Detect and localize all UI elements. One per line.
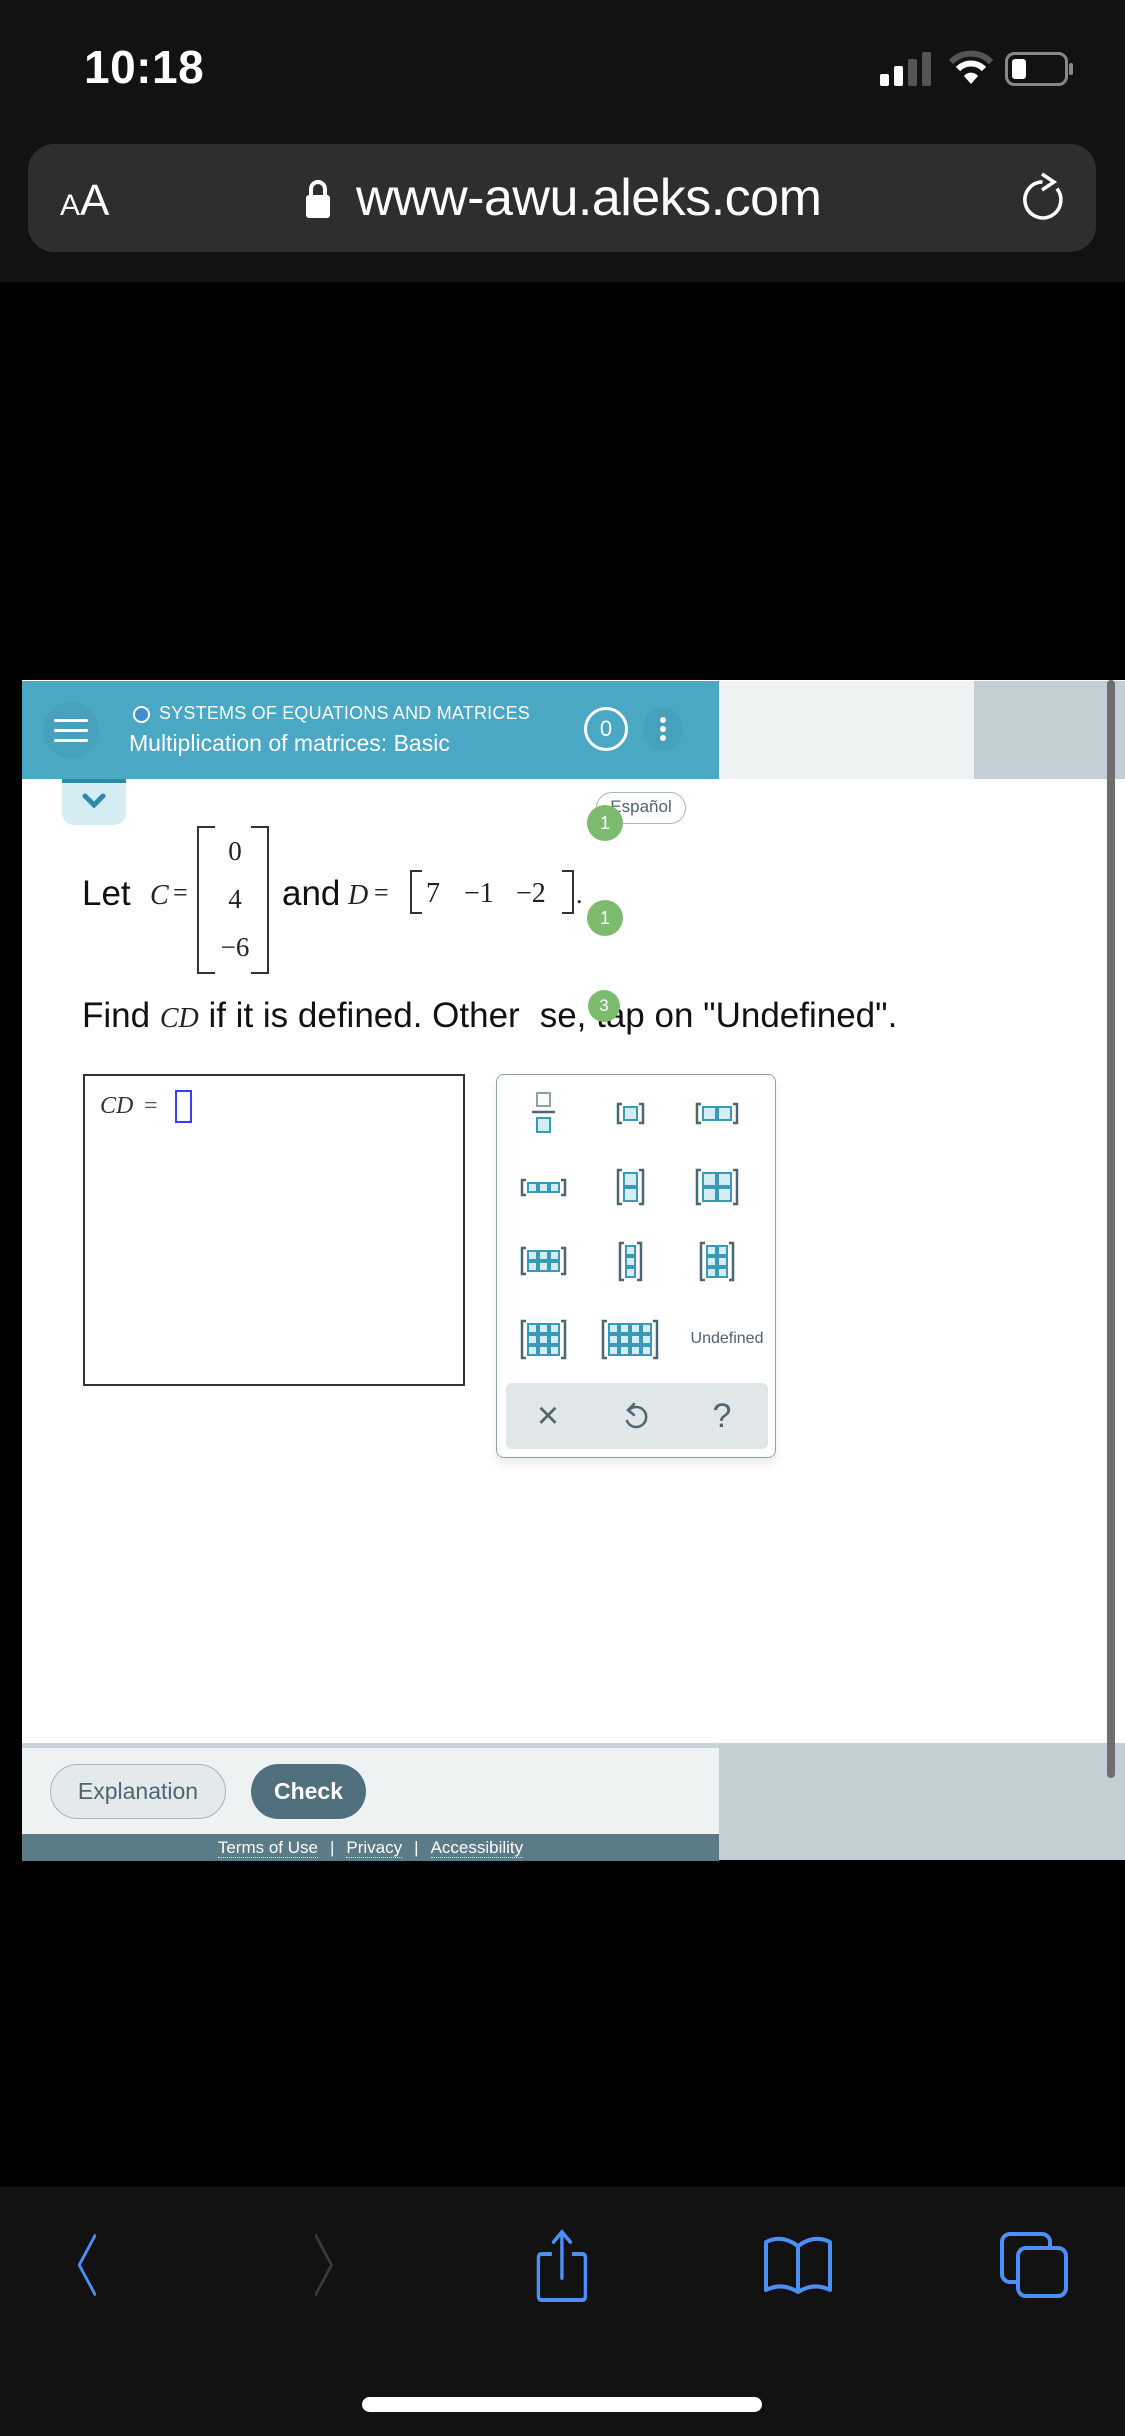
matrix-1x2-button[interactable] — [674, 1082, 760, 1144]
matrix-c-entry: 4 — [228, 884, 242, 914]
matrix-3x1-button[interactable] — [587, 1230, 673, 1292]
home-indicator[interactable] — [362, 2397, 762, 2412]
equals-sign: = — [173, 878, 188, 907]
matrix-3x4-icon — [601, 1319, 659, 1359]
matrix-2x2-button[interactable] — [674, 1156, 760, 1218]
text-size-button[interactable]: AA — [60, 176, 109, 226]
battery-icon — [1005, 52, 1073, 86]
hamburger-line — [54, 729, 88, 732]
back-icon[interactable] — [66, 2232, 110, 2298]
matrix-2x1-icon — [616, 1168, 644, 1206]
problem-let-text: Let — [82, 874, 131, 913]
separator: | — [329, 1838, 335, 1857]
fraction-icon — [532, 1092, 555, 1133]
undefined-button[interactable]: Undefined — [684, 1308, 770, 1370]
matrix-c-label: C — [150, 880, 169, 911]
close-icon: × — [536, 1394, 560, 1437]
check-button[interactable]: Check — [251, 1764, 366, 1819]
lock-icon — [306, 180, 330, 218]
terms-of-use-link[interactable]: Terms of Use — [217, 1838, 318, 1858]
matrix-2x3-icon — [520, 1246, 566, 1276]
matrix-3x1-icon — [618, 1241, 642, 1281]
undefined-label: Undefined — [690, 1330, 764, 1347]
problem-and-text: and — [282, 874, 341, 913]
hamburger-icon — [54, 719, 88, 722]
undo-button[interactable] — [605, 1393, 665, 1439]
header-spacer — [719, 681, 974, 779]
matrix-d-right-bracket — [562, 870, 574, 914]
bookmarks-icon[interactable] — [762, 2232, 834, 2296]
matrix-3x3-icon — [520, 1319, 566, 1359]
topic-title: SYSTEMS OF EQUATIONS AND MATRICES — [159, 703, 530, 723]
more-dot — [660, 726, 666, 732]
matrix-3x3-button[interactable] — [500, 1308, 586, 1370]
answer-label: CD — [100, 1093, 134, 1119]
tabs-icon[interactable] — [998, 2230, 1070, 2300]
answer-input[interactable] — [175, 1090, 192, 1123]
chevron-down-icon — [82, 793, 106, 809]
undo-icon — [625, 1402, 648, 1429]
answer-equals: = — [144, 1093, 158, 1119]
url-text[interactable]: www-awu.aleks.com — [356, 168, 822, 228]
matrix-1x2-icon — [695, 1102, 739, 1124]
matrix-1x3-icon — [520, 1178, 566, 1196]
matrix-d-left-bracket — [410, 870, 422, 914]
fraction-button[interactable] — [500, 1082, 586, 1144]
matrix-d-label: D — [348, 880, 369, 911]
matrix-1x3-button[interactable] — [500, 1156, 586, 1218]
footer-links: Terms of Use | Privacy | Accessibility — [22, 1834, 719, 1861]
help-icon: ? — [712, 1396, 732, 1435]
matrix-3x4-button[interactable] — [587, 1308, 673, 1370]
cellular-signal-icon — [880, 52, 931, 86]
separator: | — [414, 1838, 419, 1857]
matrix-d-entry: 7 — [426, 878, 440, 909]
matrix-1x1-button[interactable] — [587, 1082, 673, 1144]
status-time: 10:18 — [84, 41, 205, 93]
hamburger-line — [54, 739, 88, 742]
matrix-2x2-icon — [695, 1168, 739, 1206]
share-icon[interactable] — [530, 2228, 594, 2304]
bracket-gap — [215, 824, 251, 832]
equals-sign: = — [374, 878, 389, 907]
topic-progress-icon — [133, 706, 150, 723]
footer-side-panel — [719, 1743, 1125, 1860]
more-options-button[interactable] — [643, 707, 683, 751]
matrix-1x1-icon — [616, 1102, 644, 1124]
menu-button[interactable] — [43, 702, 99, 758]
collapse-toggle[interactable] — [62, 779, 126, 825]
accessibility-link[interactable]: Accessibility — [430, 1838, 524, 1858]
matrix-2x3-button[interactable] — [500, 1230, 586, 1292]
matrix-c-entry: −6 — [220, 932, 250, 962]
matrix-2x1-button[interactable] — [587, 1156, 673, 1218]
annotation-badge: 3 — [588, 990, 620, 1022]
privacy-link[interactable]: Privacy — [346, 1838, 403, 1858]
answer-area[interactable] — [83, 1074, 465, 1386]
problem-instruction: Find CD if it is defined. Other se, tap o… — [82, 996, 898, 1035]
score-indicator[interactable]: 0 — [584, 707, 628, 751]
matrix-3x2-button[interactable] — [674, 1230, 760, 1292]
more-vertical-icon — [660, 717, 666, 723]
explanation-button[interactable]: Explanation — [50, 1764, 226, 1819]
matrix-d-entry: −2 — [516, 878, 546, 909]
annotation-badge: 1 — [587, 900, 623, 936]
clear-button[interactable]: × — [518, 1393, 578, 1439]
matrix-c: 0 4 −6 — [197, 826, 269, 974]
scrollbar[interactable] — [1107, 680, 1115, 1778]
reload-icon[interactable] — [1016, 170, 1070, 226]
more-dot — [660, 735, 666, 741]
annotation-badge: 1 — [587, 805, 623, 841]
forward-icon[interactable] — [304, 2232, 348, 2298]
matrix-3x2-icon — [699, 1241, 735, 1281]
matrix-d-entry: −1 — [464, 878, 494, 909]
header-side-panel — [974, 681, 1125, 779]
wifi-icon — [948, 50, 994, 84]
period: . — [576, 880, 583, 909]
bracket-gap — [215, 968, 251, 976]
lesson-title: Multiplication of matrices: Basic — [129, 730, 450, 756]
matrix-c-entry: 0 — [228, 836, 242, 866]
help-button[interactable]: ? — [692, 1393, 752, 1439]
